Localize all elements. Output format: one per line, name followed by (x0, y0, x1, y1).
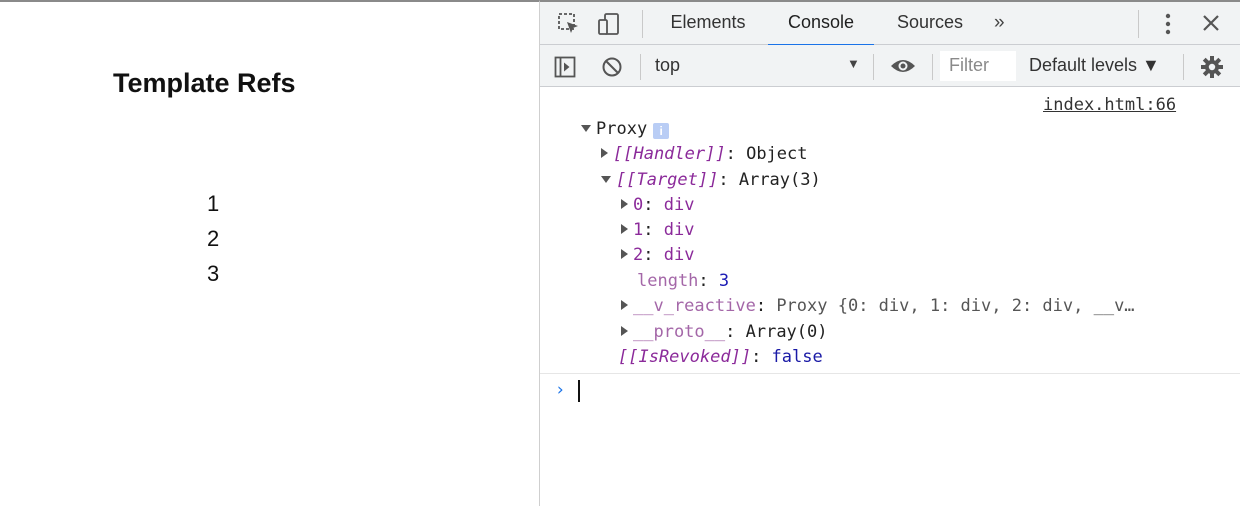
log-levels-dropdown[interactable]: Default levels ▼ (1029, 55, 1160, 76)
toolbar-separator (1183, 54, 1184, 80)
toolbar-separator (873, 54, 874, 80)
proto-value: Array(0) (745, 322, 828, 342)
item-value: div (663, 195, 695, 215)
expand-down-icon[interactable] (581, 124, 591, 132)
item-value: div (663, 220, 695, 240)
reactive-key: __v_reactive (633, 296, 756, 316)
devtools-tabbar: Elements Console Sources » (540, 2, 1240, 46)
expand-right-icon[interactable] (621, 199, 628, 209)
handler-value: Object (746, 144, 808, 164)
revoked-key: [[IsRevoked]] (618, 347, 752, 367)
page-viewport: Template Refs 1 2 3 (0, 0, 539, 506)
list-item: 1 (207, 191, 220, 216)
proxy-label: Proxy (596, 119, 648, 139)
item-value: div (663, 245, 695, 265)
handler-key: [[Handler]] (613, 144, 726, 164)
sidebar-toggle-icon[interactable] (554, 56, 576, 78)
console-prompt-icon: › (555, 380, 566, 400)
inspect-element-icon[interactable] (557, 12, 581, 36)
console-toolbar: top ▼ Filter Default levels ▼ (540, 45, 1240, 87)
target-row[interactable]: [[Target]]: Array(3) (601, 169, 821, 192)
settings-gear-icon[interactable] (1200, 55, 1224, 79)
tab-separator (642, 10, 643, 38)
more-tabs-icon[interactable]: » (994, 12, 1005, 34)
source-link[interactable]: index.html:66 (1043, 95, 1176, 115)
tab-separator (1138, 10, 1139, 38)
item-key: 1 (633, 220, 644, 240)
expand-right-icon[interactable] (621, 300, 628, 310)
handler-row[interactable]: [[Handler]]: Object (601, 143, 808, 166)
tab-sources[interactable]: Sources (883, 2, 977, 45)
context-dropdown-icon[interactable]: ▼ (847, 56, 860, 71)
expand-right-icon[interactable] (621, 249, 628, 259)
item-key: 2 (633, 245, 644, 265)
filter-input[interactable]: Filter (940, 51, 1016, 81)
console-input-caret[interactable] (578, 380, 580, 402)
proto-key: __proto__ (633, 322, 726, 342)
devtools-panel: Elements Console Sources » top ▼ Filter … (539, 0, 1240, 506)
revoked-row: [[IsRevoked]]: false (618, 347, 823, 367)
list-item: 3 (207, 261, 220, 286)
expand-right-icon[interactable] (621, 326, 628, 336)
proto-row[interactable]: __proto__: Array(0) (621, 321, 828, 344)
live-expression-eye-icon[interactable] (890, 57, 916, 75)
device-toolbar-icon[interactable] (597, 12, 621, 36)
target-key: [[Target]] (616, 170, 719, 190)
length-key: length (637, 271, 699, 291)
array-item-row[interactable]: 0: div (621, 194, 694, 217)
reactive-value: Proxy {0: div, 1: div, 2: div, __v… (776, 296, 1135, 316)
context-selector[interactable]: top (655, 55, 680, 76)
console-divider (540, 373, 1240, 374)
page-title: Template Refs (113, 68, 296, 98)
close-icon[interactable] (1200, 12, 1222, 34)
list-item: 2 (207, 226, 220, 251)
tab-console[interactable]: Console (768, 2, 874, 46)
array-item-row[interactable]: 1: div (621, 219, 694, 242)
clear-console-icon[interactable] (601, 56, 623, 78)
item-key: 0 (633, 195, 644, 215)
console-output: index.html:66 Proxy i [[Handler]]: Object… (540, 88, 1240, 506)
reactive-row[interactable]: __v_reactive: Proxy {0: div, 1: div, 2: … (621, 295, 1135, 318)
info-icon: i (653, 123, 670, 139)
number-list: 1 2 3 (207, 186, 219, 291)
array-item-row[interactable]: 2: div (621, 244, 694, 267)
length-row: length: 3 (637, 271, 730, 291)
more-options-icon[interactable] (1164, 12, 1172, 36)
tab-elements[interactable]: Elements (658, 2, 758, 45)
toolbar-separator (932, 54, 933, 80)
proxy-row[interactable]: Proxy i (581, 118, 670, 141)
target-value: Array(3) (738, 170, 821, 190)
expand-right-icon[interactable] (621, 224, 628, 234)
expand-down-icon[interactable] (601, 175, 611, 183)
expand-right-icon[interactable] (601, 148, 608, 158)
toolbar-separator (640, 54, 641, 80)
revoked-value: false (771, 347, 823, 367)
length-value: 3 (718, 271, 730, 291)
